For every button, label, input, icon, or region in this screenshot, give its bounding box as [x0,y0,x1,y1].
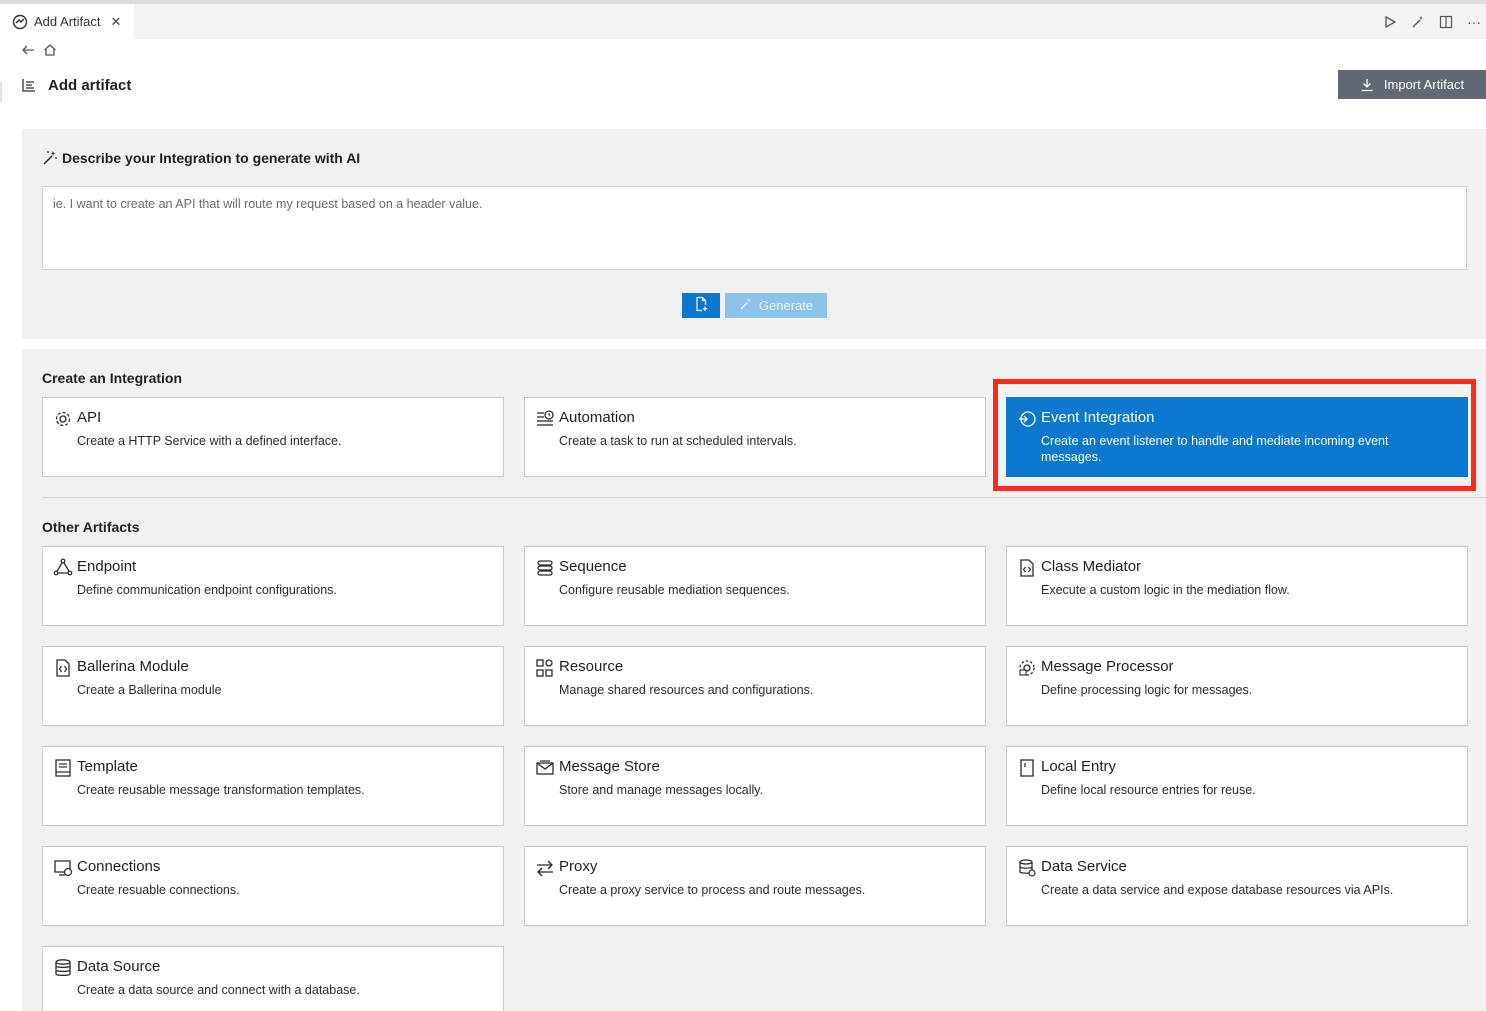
card-event-integration[interactable]: Event Integration Create an event listen… [1006,397,1468,477]
schedule-icon [535,409,555,429]
gear-icon [53,409,73,429]
import-artifact-button[interactable]: Import Artifact [1338,70,1486,99]
card-title: Endpoint [77,558,137,575]
card-title: Proxy [559,858,598,875]
card-resource[interactable]: Resource Manage shared resources and con… [524,646,986,726]
card-title: Data Service [1041,858,1127,875]
run-icon[interactable] [1382,14,1398,30]
card-endpoint[interactable]: Endpoint Define communication endpoint c… [42,546,504,626]
endpoint-icon [53,558,73,578]
more-actions-icon[interactable]: ··· [1466,14,1482,30]
card-description: Manage shared resources and configuratio… [559,683,814,697]
proxy-icon [535,858,555,878]
back-arrow-icon[interactable] [20,42,36,58]
magic-wand-icon [42,150,58,166]
card-title: Automation [559,409,635,426]
card-description: Define communication endpoint configurat… [77,583,337,597]
processor-icon [1017,658,1037,678]
card-message-processor[interactable]: Message Processor Define processing logi… [1006,646,1468,726]
card-title: Ballerina Module [77,658,189,675]
card-title: Class Mediator [1041,558,1142,575]
card-message-store[interactable]: Message Store Store and manage messages … [524,746,986,826]
card-proxy[interactable]: Proxy Create a proxy service to process … [524,846,986,926]
tab-title: Add Artifact [34,14,101,29]
page-header: Add artifact [20,76,131,94]
card-title: Message Store [559,758,660,775]
ai-panel-heading: Describe your Integration to generate wi… [42,150,360,166]
page-title: Add artifact [48,76,132,94]
card-title: Data Source [77,958,161,975]
other-section-title: Other Artifacts [42,519,140,535]
card-title: Connections [77,858,161,875]
template-icon [53,758,73,778]
integrator-logo-icon [12,14,28,30]
integration-description-input[interactable] [42,186,1467,270]
card-description: Create a data service and expose databas… [1041,883,1394,897]
attach-file-button[interactable] [682,293,720,318]
generate-button[interactable]: Generate [725,293,827,318]
code-file-icon [1017,558,1037,578]
sidebar-edge [0,82,2,102]
import-artifact-label: Import Artifact [1383,77,1465,92]
card-description: Create a data source and connect with a … [77,983,360,997]
module-icon [53,658,73,678]
artifact-catalog: Create an Integration API Create a HTTP … [22,349,1486,1011]
local-entry-icon [1017,758,1037,778]
card-sequence[interactable]: Sequence Configure reusable mediation se… [524,546,986,626]
card-title: Event Integration [1041,409,1155,426]
card-description: Execute a custom logic in the mediation … [1041,583,1290,597]
card-description: Create an event listener to handle and m… [1041,434,1389,464]
navigation-bar [20,42,58,58]
event-icon [1017,409,1037,429]
card-description: Create a task to run at scheduled interv… [559,434,797,448]
card-title: Template [77,758,138,775]
card-description: Define processing logic for messages. [1041,683,1253,697]
ai-panel-title: Describe your Integration to generate wi… [62,150,361,166]
data-service-icon [1017,858,1037,878]
card-description: Create a Ballerina module [77,683,222,697]
section-divider [42,497,1486,498]
card-description: Configure reusable mediation sequences. [559,583,790,597]
card-title: Sequence [559,558,627,575]
card-automation[interactable]: Automation Create a task to run at sched… [524,397,986,477]
resource-icon [535,658,555,678]
card-template[interactable]: Template Create reusable message transfo… [42,746,504,826]
card-title: Resource [559,658,624,675]
editor-actions: ··· [1382,4,1482,39]
card-description: Create a proxy service to process and ro… [559,883,866,897]
card-api[interactable]: API Create a HTTP Service with a defined… [42,397,504,477]
card-data-service[interactable]: Data Service Create a data service and e… [1006,846,1468,926]
tab-add-artifact[interactable]: Add Artifact ✕ [0,4,134,39]
split-editor-icon[interactable] [1438,14,1454,30]
generate-label: Generate [758,298,814,313]
card-title: Message Processor [1041,658,1174,675]
add-file-icon [693,296,709,315]
integration-section-title: Create an Integration [42,370,183,386]
close-icon[interactable]: ✕ [110,14,121,30]
card-data-source[interactable]: Data Source Create a data source and con… [42,946,504,1011]
card-ballerina-module[interactable]: Ballerina Module Create a Ballerina modu… [42,646,504,726]
card-connections[interactable]: Connections Create resuable connections. [42,846,504,926]
card-description: Store and manage messages locally. [559,783,764,797]
sequence-icon [535,558,555,578]
message-store-icon [535,758,555,778]
database-icon [53,958,73,978]
card-description: Create resuable connections. [77,883,240,897]
card-title: Local Entry [1041,758,1117,775]
ai-generate-panel: Describe your Integration to generate wi… [22,129,1486,339]
card-title: API [77,409,102,426]
download-icon [1360,78,1374,92]
artifact-list-icon [20,76,38,94]
magic-wand-icon [739,297,753,314]
connections-icon [53,858,73,878]
card-description: Create reusable message transformation t… [77,783,365,797]
card-class-mediator[interactable]: Class Mediator Execute a custom logic in… [1006,546,1468,626]
card-description: Define local resource entries for reuse. [1041,783,1256,797]
magic-wand-icon[interactable] [1410,14,1426,30]
tab-bar: Add Artifact ✕ ··· [0,4,1486,39]
card-description: Create a HTTP Service with a defined int… [77,434,342,448]
card-local-entry[interactable]: Local Entry Define local resource entrie… [1006,746,1468,826]
home-icon[interactable] [42,42,58,58]
